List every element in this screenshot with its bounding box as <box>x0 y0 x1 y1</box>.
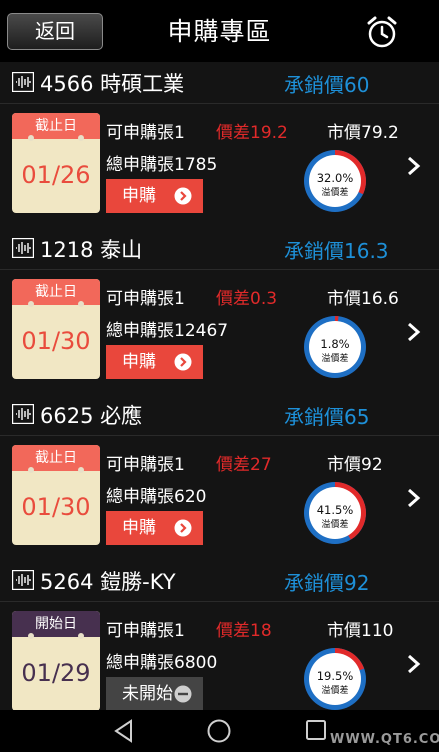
market-price: 市價16.6 <box>327 289 399 309</box>
deadline-calendar: 截止日 01/26 <box>12 113 100 213</box>
chevron-right-icon[interactable] <box>406 321 422 343</box>
not-started-button[interactable]: 未開始 <box>106 677 203 710</box>
can-subscribe-lots: 可申購張1 <box>106 123 185 143</box>
nav-back-icon[interactable] <box>112 718 134 744</box>
calendar-date: 01/30 <box>21 327 91 355</box>
apply-button[interactable]: 申購 <box>106 179 203 213</box>
can-subscribe-lots: 可申購張1 <box>106 621 185 641</box>
waveform-icon <box>12 72 34 92</box>
apply-button-label: 未開始 <box>122 684 173 704</box>
offer-price: 承銷價92 <box>284 571 370 595</box>
offer-price: 承銷價65 <box>284 405 370 429</box>
calendar-rings <box>12 135 100 141</box>
market-price: 市價79.2 <box>327 123 399 143</box>
premium-donut: 1.8% 溢價差 <box>304 316 366 378</box>
premium-donut: 41.5% 溢價差 <box>304 482 366 544</box>
list-item[interactable]: 5264 鎧勝-KY 承銷價92 開始日 01/29 可申購張1 價差18 市價… <box>0 560 439 710</box>
alarm-clock-icon[interactable] <box>364 14 400 50</box>
list-item[interactable]: 4566 時碩工業 承銷價60 截止日 01/26 可申購張1 價差19.2 市… <box>0 62 439 228</box>
stock-name[interactable]: 4566 時碩工業 <box>40 68 184 98</box>
apply-button[interactable]: 申購 <box>106 345 203 379</box>
deadline-calendar: 截止日 01/30 <box>12 445 100 545</box>
chevron-circle-right-icon <box>174 353 192 371</box>
stock-name[interactable]: 1218 泰山 <box>40 234 142 264</box>
premium-label: 溢價差 <box>321 352 348 364</box>
can-subscribe-lots: 可申購張1 <box>106 289 185 309</box>
item-header: 5264 鎧勝-KY 承銷價92 <box>0 560 439 602</box>
item-header: 1218 泰山 承銷價16.3 <box>0 228 439 270</box>
apply-button-label: 申購 <box>122 352 156 372</box>
subscription-list[interactable]: 4566 時碩工業 承銷價60 截止日 01/26 可申購張1 價差19.2 市… <box>0 62 439 710</box>
total-subscribe-lots: 總申購張1785 <box>106 155 218 175</box>
calendar-date: 01/26 <box>21 161 91 189</box>
item-header: 6625 必應 承銷價65 <box>0 394 439 436</box>
list-item[interactable]: 6625 必應 承銷價65 截止日 01/30 可申購張1 價差27 市價92 … <box>0 394 439 560</box>
stock-name[interactable]: 6625 必應 <box>40 400 142 430</box>
calendar-rings <box>12 301 100 307</box>
premium-donut: 19.5% 溢價差 <box>304 648 366 710</box>
chevron-circle-right-icon <box>174 519 192 537</box>
start-date-calendar: 開始日 01/29 <box>12 611 100 710</box>
market-price: 市價110 <box>327 621 394 641</box>
apply-button-label: 申購 <box>122 186 156 206</box>
nav-recent-apps-icon[interactable] <box>305 719 327 741</box>
market-price: 市價92 <box>327 455 383 475</box>
price-spread: 價差27 <box>216 455 272 475</box>
chevron-right-icon[interactable] <box>406 487 422 509</box>
premium-percent: 19.5% <box>317 669 354 683</box>
chevron-right-icon[interactable] <box>406 155 422 177</box>
apply-button[interactable]: 申購 <box>106 511 203 545</box>
total-subscribe-lots: 總申購張620 <box>106 487 207 507</box>
apply-button-label: 申購 <box>122 518 156 538</box>
watermark: WWW.QT6.COM <box>330 732 439 747</box>
price-spread: 價差18 <box>216 621 272 641</box>
top-bar: 返回 申購專區 <box>0 0 439 62</box>
waveform-icon <box>12 238 34 258</box>
waveform-icon <box>12 570 34 590</box>
calendar-date: 01/29 <box>21 659 91 687</box>
premium-percent: 1.8% <box>320 337 349 351</box>
premium-label: 溢價差 <box>321 684 348 696</box>
total-subscribe-lots: 總申購張6800 <box>106 653 218 673</box>
calendar-rings <box>12 467 100 473</box>
price-spread: 價差0.3 <box>216 289 278 309</box>
nav-home-icon[interactable] <box>206 718 232 744</box>
premium-percent: 41.5% <box>317 503 354 517</box>
chevron-right-icon[interactable] <box>406 653 422 675</box>
calendar-date: 01/30 <box>21 493 91 521</box>
chevron-circle-right-icon <box>174 187 192 205</box>
offer-price: 承銷價16.3 <box>284 239 389 263</box>
offer-price: 承銷價60 <box>284 73 370 97</box>
total-subscribe-lots: 總申購張12467 <box>106 321 229 341</box>
item-header: 4566 時碩工業 承銷價60 <box>0 62 439 104</box>
minus-circle-icon <box>174 685 192 703</box>
premium-label: 溢價差 <box>321 518 348 530</box>
can-subscribe-lots: 可申購張1 <box>106 455 185 475</box>
calendar-rings <box>12 633 100 639</box>
deadline-calendar: 截止日 01/30 <box>12 279 100 379</box>
waveform-icon <box>12 404 34 424</box>
premium-percent: 32.0% <box>317 171 354 185</box>
premium-label: 溢價差 <box>321 186 348 198</box>
price-spread: 價差19.2 <box>216 123 288 143</box>
list-item[interactable]: 1218 泰山 承銷價16.3 截止日 01/30 可申購張1 價差0.3 市價… <box>0 228 439 394</box>
premium-donut: 32.0% 溢價差 <box>304 150 367 212</box>
stock-name[interactable]: 5264 鎧勝-KY <box>40 566 176 596</box>
